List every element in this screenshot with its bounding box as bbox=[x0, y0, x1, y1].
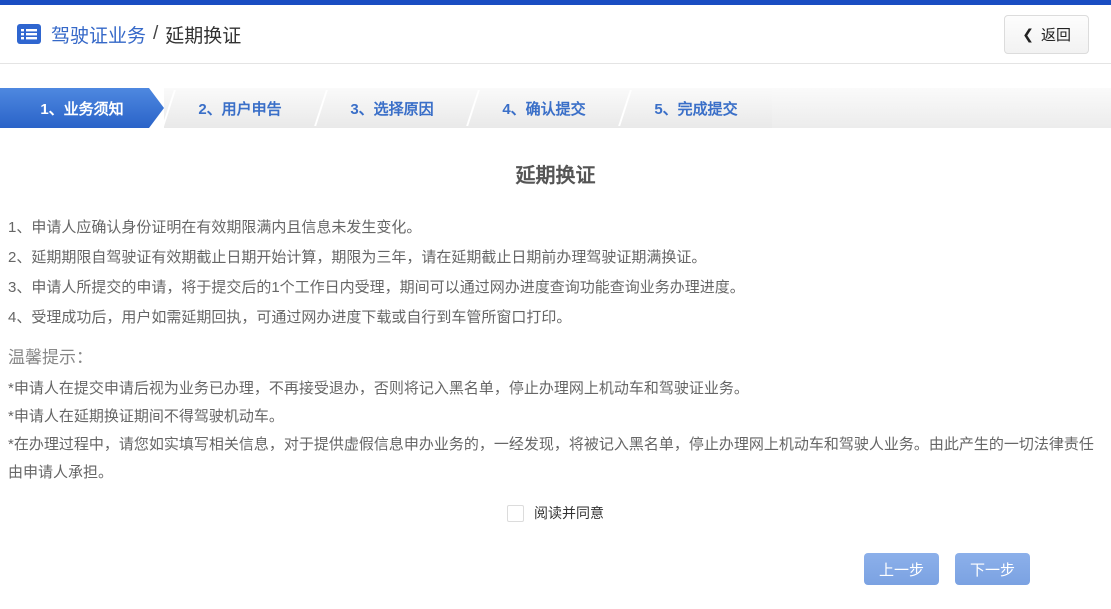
step-tab-complete-submit[interactable]: 5、完成提交 bbox=[620, 88, 772, 128]
back-button[interactable]: ❮ 返回 bbox=[1004, 15, 1089, 54]
page-title: 延期换证 bbox=[8, 159, 1103, 188]
step-tab-label: 5、完成提交 bbox=[654, 98, 737, 119]
tip-line: *申请人在延期换证期间不得驾驶机动车。 bbox=[8, 403, 1103, 431]
next-step-button[interactable]: 下一步 bbox=[955, 553, 1030, 585]
previous-step-button[interactable]: 上一步 bbox=[864, 553, 939, 585]
agree-label[interactable]: 阅读并同意 bbox=[534, 503, 604, 523]
main-content: 延期换证 1、申请人应确认身份证明在有效期限满内且信息未发生变化。 2、延期期限… bbox=[0, 159, 1111, 523]
step-tab-label: 3、选择原因 bbox=[350, 98, 433, 119]
list-icon bbox=[16, 21, 42, 47]
agree-checkbox[interactable] bbox=[507, 505, 524, 522]
notice-line: 1、申请人应确认身份证明在有效期限满内且信息未发生变化。 bbox=[8, 213, 1103, 243]
step-tab-business-notice[interactable]: 1、业务须知 bbox=[0, 88, 164, 128]
tip-line: *申请人在提交申请后视为业务已办理，不再接受退办，否则将记入黑名单，停止办理网上… bbox=[8, 375, 1103, 403]
agree-row: 阅读并同意 bbox=[8, 503, 1103, 523]
notice-line: 4、受理成功后，用户如需延期回执，可通过网办进度下载或自行到车管所窗口打印。 bbox=[8, 303, 1103, 333]
step-tab-label: 2、用户申告 bbox=[198, 98, 281, 119]
tips-heading: 温馨提示： bbox=[8, 341, 1103, 375]
notice-line: 2、延期期限自驾驶证有效期截止日期开始计算，期限为三年，请在延期截止日期前办理驾… bbox=[8, 243, 1103, 273]
back-chevron-icon: ❮ bbox=[1022, 26, 1034, 43]
breadcrumb-section[interactable]: 驾驶证业务 bbox=[51, 21, 146, 48]
step-tab-select-reason[interactable]: 3、选择原因 bbox=[316, 88, 468, 128]
page-header: 驾驶证业务 / 延期换证 ❮ 返回 bbox=[0, 5, 1111, 64]
wizard-step-bar: 1、业务须知 2、用户申告 3、选择原因 4、确认提交 5、完成提交 bbox=[0, 88, 1111, 128]
step-tab-label: 4、确认提交 bbox=[502, 98, 585, 119]
breadcrumb: 驾驶证业务 / 延期换证 bbox=[16, 21, 241, 48]
step-tab-user-declaration[interactable]: 2、用户申告 bbox=[164, 88, 316, 128]
step-bar-filler bbox=[772, 88, 1111, 128]
wizard-actions: 上一步 下一步 bbox=[864, 553, 1030, 585]
back-button-label: 返回 bbox=[1041, 24, 1071, 45]
step-tab-label: 1、业务须知 bbox=[40, 98, 123, 119]
step-tab-confirm-submit[interactable]: 4、确认提交 bbox=[468, 88, 620, 128]
breadcrumb-current-page: 延期换证 bbox=[165, 21, 241, 48]
tip-line: *在办理过程中，请您如实填写相关信息，对于提供虚假信息申办业务的，一经发现，将被… bbox=[8, 431, 1103, 487]
breadcrumb-separator: / bbox=[153, 23, 158, 45]
notice-line: 3、申请人所提交的申请，将于提交后的1个工作日内受理，期间可以通过网办进度查询功… bbox=[8, 273, 1103, 303]
